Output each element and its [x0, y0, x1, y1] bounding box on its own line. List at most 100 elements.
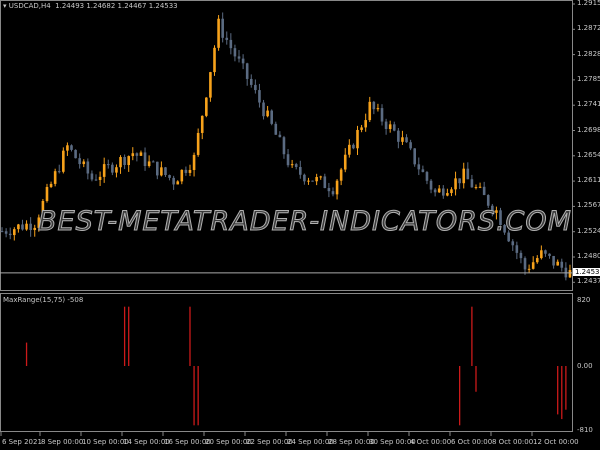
- candle-body: [392, 124, 396, 131]
- price-tick: 1.27850: [577, 74, 600, 83]
- candle-body: [515, 245, 519, 253]
- candle-body: [356, 129, 359, 149]
- price-tick: 1.25240: [577, 226, 600, 235]
- candle-body: [111, 164, 114, 173]
- candle-body: [143, 152, 147, 167]
- chart-window: ▾ USDCAD,H4 1.24493 1.24682 1.24467 1.24…: [0, 0, 600, 450]
- candle-body: [303, 174, 306, 182]
- candle-body: [376, 108, 380, 110]
- time-tick: 6 Sep 2021: [2, 438, 42, 446]
- time-tick: 6 Oct 00:00: [451, 438, 493, 446]
- price-tick: 1.27415: [577, 100, 600, 109]
- candle-body: [33, 227, 37, 231]
- candle-body: [315, 177, 318, 182]
- candle-body: [568, 270, 572, 278]
- candle-body: [527, 268, 531, 270]
- price-tick: 1.28720: [577, 24, 600, 33]
- candle-body: [25, 223, 28, 230]
- candle-body: [102, 164, 106, 177]
- price-tick: 1.26980: [577, 125, 600, 134]
- time-tick: 14 Sep 00:00: [123, 438, 170, 446]
- candle-body: [405, 137, 408, 143]
- candle-body: [258, 90, 261, 103]
- candle-body: [225, 37, 229, 40]
- candle-body: [229, 39, 233, 49]
- candle-body: [119, 157, 122, 168]
- candle-body: [98, 176, 102, 180]
- candle-body: [196, 132, 200, 155]
- price-tick: 1.24370: [577, 277, 600, 286]
- candle-body: [290, 164, 294, 166]
- candle-body: [380, 108, 384, 122]
- candle-body: [413, 148, 416, 165]
- candle-body: [299, 166, 302, 175]
- candle-body: [544, 250, 547, 254]
- candle-body: [66, 145, 69, 151]
- dropdown-icon[interactable]: ▾: [3, 2, 7, 10]
- candle-body: [446, 193, 449, 196]
- candle-body: [482, 186, 486, 196]
- candle-body: [307, 180, 310, 182]
- candle-body: [364, 120, 367, 128]
- candle-body: [454, 178, 457, 190]
- candle-body: [552, 255, 555, 266]
- candle-body: [331, 191, 335, 195]
- candle-body: [429, 180, 433, 190]
- candle-body: [123, 157, 126, 166]
- time-tick: 4 Oct 00:00: [410, 438, 452, 446]
- candle-body: [172, 177, 175, 185]
- time-tick: 8 Oct 00:00: [492, 438, 534, 446]
- watermark: BEST-METATRADER-INDICATORS.COM: [38, 206, 572, 238]
- candle-body: [450, 189, 453, 194]
- candle-body: [188, 169, 192, 173]
- symbol: USDCAD,H4: [8, 2, 51, 10]
- candle-body: [17, 224, 20, 230]
- price-tick: 1.29155: [577, 0, 600, 7]
- candle-body: [156, 161, 159, 176]
- candle-body: [106, 164, 110, 166]
- quote: 1.24493 1.24682 1.24467 1.24533: [55, 2, 178, 10]
- candle-body: [49, 183, 53, 187]
- candle-body: [311, 180, 314, 182]
- candle-body: [282, 137, 286, 155]
- candle-body: [245, 63, 249, 79]
- candle-body: [70, 145, 73, 150]
- candle-body: [339, 169, 343, 181]
- candle-body: [180, 169, 184, 182]
- candle-body: [168, 175, 171, 178]
- candle-body: [523, 258, 527, 270]
- candle-body: [237, 56, 241, 59]
- candle-body: [254, 84, 257, 91]
- candle-body: [372, 101, 376, 110]
- candle-body: [131, 153, 135, 157]
- candle-body: [249, 78, 253, 85]
- candle-body: [535, 258, 539, 263]
- candle-body: [94, 179, 98, 181]
- candle-body: [217, 18, 220, 48]
- candle-body: [323, 176, 327, 189]
- indicator-tick: 0.00: [577, 362, 593, 370]
- time-tick: 10 Sep 00:00: [82, 438, 129, 446]
- candle-body: [262, 102, 265, 117]
- candle-body: [213, 47, 216, 73]
- candle-body: [384, 121, 388, 129]
- main-pane-frame: [0, 0, 573, 291]
- candle-body: [327, 188, 331, 192]
- candle-body: [462, 168, 466, 184]
- candle-body: [160, 167, 163, 176]
- candle-body: [458, 178, 461, 184]
- time-tick: 24 Sep 00:00: [287, 438, 334, 446]
- candle-body: [4, 231, 8, 234]
- candle-body: [241, 58, 245, 64]
- candle-body: [425, 172, 429, 181]
- candle-body: [343, 154, 347, 170]
- candle-body: [13, 229, 16, 236]
- candle-body: [388, 124, 392, 129]
- candle-body: [45, 186, 49, 201]
- candle-body: [286, 154, 290, 166]
- candle-body: [192, 154, 196, 170]
- time-tick: 16 Sep 00:00: [164, 438, 211, 446]
- candle-body: [466, 168, 470, 180]
- time-tick: 8 Sep 00:00: [41, 438, 84, 446]
- candle-body: [421, 169, 425, 173]
